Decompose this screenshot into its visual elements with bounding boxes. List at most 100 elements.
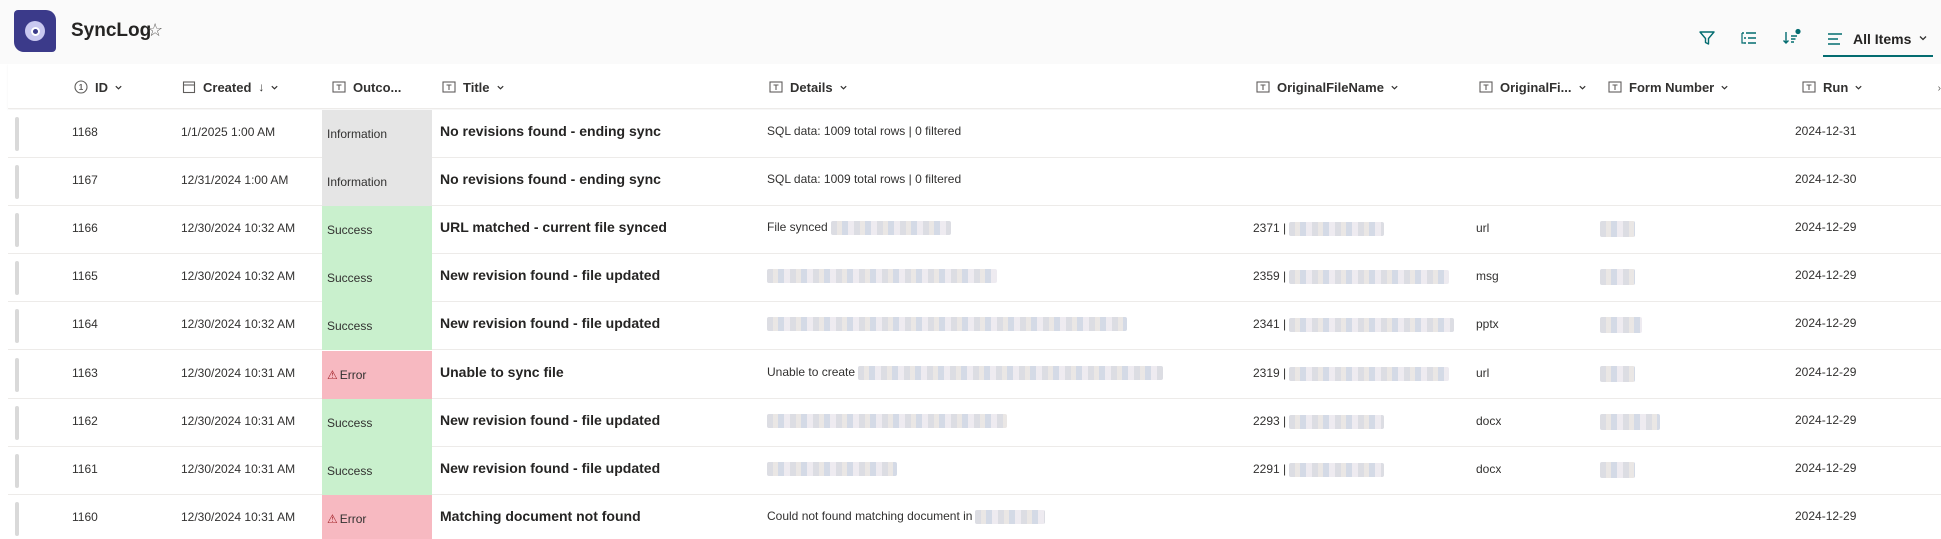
column-header-outcome[interactable]: Outco... bbox=[332, 78, 401, 96]
id-cell-text: 1166 bbox=[72, 221, 98, 235]
run-cell: 2024-12-29 bbox=[1795, 268, 1856, 282]
outcome-text: Success bbox=[327, 464, 373, 478]
created-cell-text: 12/31/2024 1:00 AM bbox=[181, 173, 289, 187]
run-cell: 2024-12-29 bbox=[1795, 316, 1856, 330]
column-header-original-fi[interactable]: OriginalFi... bbox=[1479, 78, 1587, 96]
text-type-icon bbox=[1479, 81, 1493, 93]
original-file-name-cell-text: 2291 | bbox=[1253, 462, 1287, 476]
run-cell: 2024-12-30 bbox=[1795, 172, 1856, 186]
outcome-text: Information bbox=[327, 175, 388, 189]
run-cell-text: 2024-12-29 bbox=[1795, 220, 1857, 234]
chevron-down-icon bbox=[1918, 30, 1928, 48]
table-row[interactable]: 1168 1/1/2025 1:00 AM Information No revisi… bbox=[8, 110, 1941, 158]
redacted-text bbox=[1289, 414, 1385, 429]
group-by-icon[interactable] bbox=[1738, 27, 1760, 49]
outcome-text: Error bbox=[339, 512, 367, 526]
sort-icon[interactable] bbox=[1780, 27, 1802, 49]
details-cell-text: Unable to create bbox=[767, 365, 856, 379]
redacted-text bbox=[767, 461, 897, 476]
outcome-cell: ⚠ Error bbox=[322, 495, 432, 539]
row-selection-handle[interactable] bbox=[15, 213, 19, 247]
title-cell[interactable]: URL matched - current file synced bbox=[440, 219, 667, 235]
run-cell-text: 2024-12-29 bbox=[1795, 509, 1857, 523]
title-cell[interactable]: New revision found - file updated bbox=[440, 267, 660, 283]
row-selection-handle[interactable] bbox=[15, 406, 19, 440]
chevron-down-icon bbox=[496, 83, 505, 92]
title-cell[interactable]: No revisions found - ending sync bbox=[440, 171, 661, 187]
filter-icon[interactable] bbox=[1696, 27, 1718, 49]
text-type-icon bbox=[1256, 81, 1270, 93]
title-cell[interactable]: New revision found - file updated bbox=[440, 460, 660, 476]
row-selection-handle[interactable] bbox=[15, 502, 19, 536]
table-row[interactable]: 1166 12/30/2024 10:32 AM Success URL matche… bbox=[8, 206, 1941, 254]
table-row[interactable]: 1162 12/30/2024 10:31 AM Success New revisi… bbox=[8, 399, 1941, 447]
table-row[interactable]: 1165 12/30/2024 10:32 AM Success New revisi… bbox=[8, 254, 1941, 302]
row-selection-handle[interactable] bbox=[15, 117, 19, 151]
details-cell-text: Could not found matching document in bbox=[767, 509, 973, 523]
column-header-row: 1 ID Created ↓ Outco... Title Details Or… bbox=[8, 64, 1941, 109]
table-row[interactable]: 1160 12/30/2024 10:31 AM ⚠ Error Matching do… bbox=[8, 495, 1941, 539]
id-cell-text: 1163 bbox=[72, 366, 98, 380]
redacted-text bbox=[1289, 462, 1385, 477]
row-selection-handle[interactable] bbox=[15, 261, 19, 295]
outcome-cell: Information bbox=[322, 110, 432, 158]
created-cell-text: 12/30/2024 10:32 AM bbox=[181, 269, 296, 283]
title-cell[interactable]: New revision found - file updated bbox=[440, 315, 660, 331]
column-header-details[interactable]: Details bbox=[769, 78, 848, 96]
details-cell: File synced bbox=[767, 220, 1237, 235]
column-header-label: Form Number bbox=[1629, 79, 1715, 95]
column-header-run[interactable]: Run bbox=[1802, 78, 1863, 96]
details-cell: SQL data: 1009 total rows | 0 filtered bbox=[767, 172, 1237, 186]
created-cell: 12/30/2024 10:31 AM bbox=[181, 366, 295, 380]
id-cell: 1163 bbox=[72, 366, 98, 380]
title-cell-text: Unable to sync file bbox=[440, 364, 564, 380]
original-file-name-cell-text: 2371 | bbox=[1253, 221, 1287, 235]
created-cell: 12/30/2024 10:32 AM bbox=[181, 317, 295, 331]
view-switcher-button[interactable]: All Items bbox=[1823, 23, 1933, 57]
outcome-cell: Success bbox=[322, 399, 432, 447]
table-row[interactable]: 1161 12/30/2024 10:31 AM Success New revisi… bbox=[8, 447, 1941, 495]
column-header-created[interactable]: Created ↓ bbox=[182, 78, 279, 96]
id-cell-text: 1160 bbox=[72, 510, 98, 524]
title-cell[interactable]: Matching document not found bbox=[440, 508, 641, 524]
details-cell bbox=[767, 461, 1237, 476]
column-header-form-number[interactable]: Form Number bbox=[1608, 78, 1729, 96]
redacted-text bbox=[858, 365, 1164, 380]
chevron-down-icon bbox=[1720, 83, 1729, 92]
outcome-cell: Success bbox=[322, 302, 432, 350]
original-file-name-cell: 2319 | bbox=[1253, 366, 1450, 381]
table-row[interactable]: 1164 12/30/2024 10:32 AM Success New revisi… bbox=[8, 302, 1941, 350]
title-cell[interactable]: New revision found - file updated bbox=[440, 412, 660, 428]
row-selection-handle[interactable] bbox=[15, 358, 19, 392]
text-type-icon bbox=[769, 81, 783, 93]
original-file-name-cell-text: 2319 | bbox=[1253, 366, 1287, 380]
original-fi-cell-text: pptx bbox=[1476, 317, 1499, 331]
chevron-down-icon bbox=[1390, 83, 1399, 92]
run-cell: 2024-12-29 bbox=[1795, 509, 1856, 523]
column-header-title[interactable]: Title bbox=[442, 78, 505, 96]
row-selection-handle[interactable] bbox=[15, 309, 19, 343]
favorite-star-icon[interactable]: ☆ bbox=[147, 19, 163, 41]
details-cell bbox=[767, 268, 1237, 283]
title-cell[interactable]: Unable to sync file bbox=[440, 364, 564, 380]
row-selection-handle[interactable] bbox=[15, 454, 19, 488]
scroll-right-chevron-icon[interactable]: › bbox=[1938, 83, 1941, 94]
row-selection-handle[interactable] bbox=[15, 165, 19, 199]
table-row[interactable]: 1167 12/31/2024 1:00 AM Information No revi… bbox=[8, 158, 1941, 206]
title-cell[interactable]: No revisions found - ending sync bbox=[440, 123, 661, 139]
run-cell-text: 2024-12-30 bbox=[1795, 172, 1857, 186]
column-header-id[interactable]: 1 ID bbox=[74, 78, 123, 96]
list-app-icon[interactable] bbox=[14, 10, 56, 52]
run-cell-text: 2024-12-29 bbox=[1795, 365, 1857, 379]
original-fi-cell: docx bbox=[1476, 414, 1501, 428]
column-header-label: OriginalFileName bbox=[1277, 79, 1384, 95]
redacted-text bbox=[830, 220, 951, 235]
run-cell-text: 2024-12-29 bbox=[1795, 316, 1857, 330]
redacted-text bbox=[1600, 366, 1635, 382]
outcome-text: Success bbox=[327, 271, 373, 285]
table-row[interactable]: 1163 12/30/2024 10:31 AM ⚠ Error Unable to s… bbox=[8, 351, 1941, 399]
title-cell-text: No revisions found - ending sync bbox=[440, 171, 661, 187]
column-header-label: Created bbox=[203, 79, 252, 95]
warning-icon: ⚠ bbox=[327, 512, 338, 526]
column-header-original-file-name[interactable]: OriginalFileName bbox=[1256, 78, 1399, 96]
